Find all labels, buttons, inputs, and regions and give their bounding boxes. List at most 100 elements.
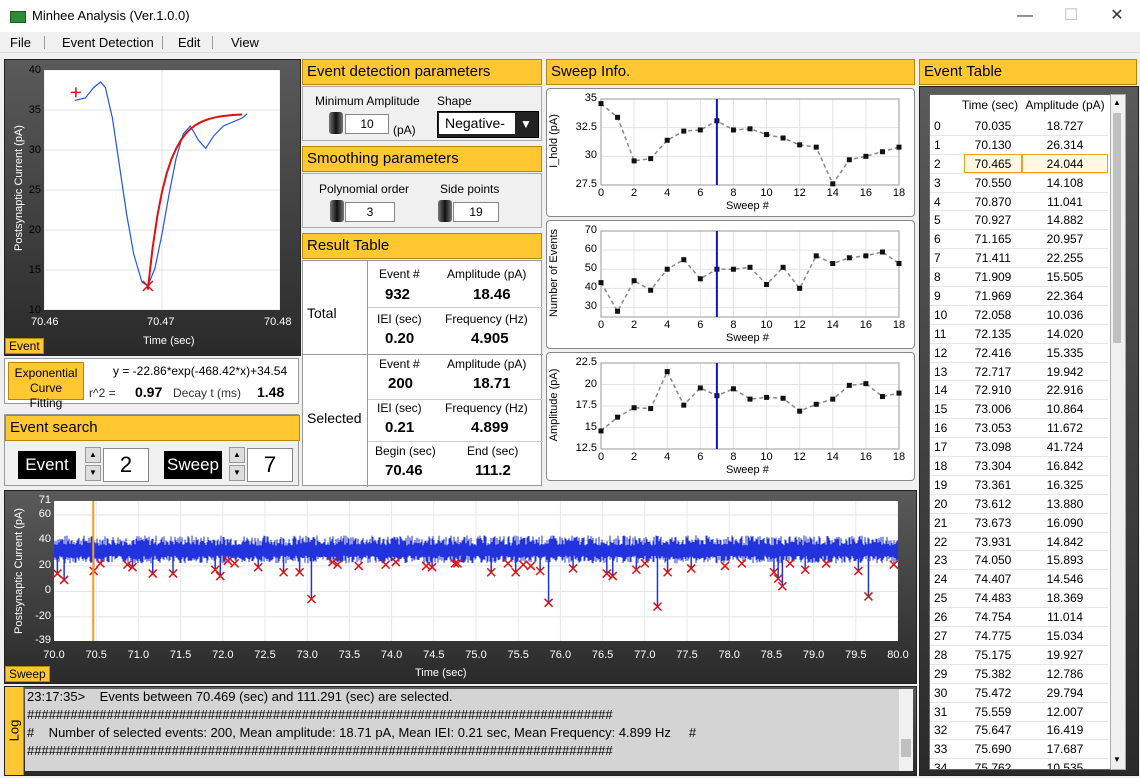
table-row[interactable]: 13 72.717 19.942 (930, 362, 1108, 382)
row-time: 73.931 (964, 532, 1022, 552)
table-row[interactable]: 32 75.647 16.419 (930, 721, 1108, 741)
sweep-chart-2: 22.5 20 17.5 15 12.5 0 2 4 6 8 10 12 14 16 18 Sweep # Am… (546, 352, 915, 481)
sweep-down-button[interactable]: ▼ (229, 465, 245, 481)
table-row[interactable]: 6 71.165 20.957 (930, 229, 1108, 250)
event-marker (391, 557, 401, 567)
sweep-x-tick: 14 (826, 451, 839, 463)
table-row[interactable]: 16 73.053 11.672 (930, 418, 1108, 439)
menu-event-detection[interactable]: Event Detection (62, 35, 154, 50)
menu-view[interactable]: View (231, 35, 259, 50)
event-plot-area[interactable] (43, 69, 281, 311)
event-up-button[interactable]: ▲ (85, 447, 101, 463)
row-amplitude: 10.535 (1022, 758, 1108, 769)
selected-label: Selected (307, 410, 362, 426)
table-row[interactable]: 9 71.969 22.364 (930, 286, 1108, 306)
row-amplitude: 26.314 (1022, 135, 1108, 155)
table-row[interactable]: 10 72.058 10.036 (930, 305, 1108, 325)
row-index: 16 (930, 418, 964, 439)
table-row[interactable]: 24 74.407 14.546 (930, 569, 1108, 590)
menu-file[interactable]: File (10, 35, 31, 50)
log-scrollbar[interactable] (899, 689, 913, 771)
polynomial-order-knob[interactable] (330, 200, 344, 222)
table-row[interactable]: 18 73.304 16.842 (930, 456, 1108, 476)
polynomial-order-input[interactable]: 3 (345, 202, 395, 222)
table-row[interactable]: 34 75.762 10.535 (930, 758, 1108, 769)
table-row[interactable]: 30 75.472 29.794 (930, 683, 1108, 703)
table-row[interactable]: 12 72.416 15.335 (930, 343, 1108, 363)
event-number-input[interactable]: 2 (103, 448, 149, 482)
table-row[interactable]: 26 74.754 11.014 (930, 607, 1108, 628)
table-row[interactable]: 4 70.870 11.041 (930, 192, 1108, 212)
sweep-number-input[interactable]: 7 (247, 448, 293, 482)
maximize-button[interactable]: ☐ (1048, 0, 1094, 32)
table-row[interactable]: 8 71.909 15.505 (930, 267, 1108, 288)
table-row[interactable]: 15 73.006 10.864 (930, 399, 1108, 420)
sweep-x-tick: 77.5 (676, 649, 698, 661)
table-row[interactable]: 11 72.135 14.020 (930, 324, 1108, 344)
table-row[interactable]: 2 70.465 24.044 (930, 154, 1108, 174)
table-row[interactable]: 3 70.550 14.108 (930, 173, 1108, 193)
side-points-knob[interactable] (438, 200, 452, 222)
sweep-up-button[interactable]: ▲ (229, 447, 245, 463)
selected-iei-label: IEI (sec) (377, 401, 422, 415)
row-time: 73.361 (964, 475, 1022, 495)
row-amplitude: 11.672 (1022, 418, 1108, 439)
sweep-data-point (879, 394, 885, 400)
scroll-thumb[interactable] (1113, 113, 1121, 343)
total-frequency-label: Frequency (Hz) (445, 312, 528, 326)
event-table-scrollbar[interactable]: ▲ ▼ (1110, 94, 1126, 770)
table-row[interactable]: 17 73.098 41.724 (930, 437, 1108, 458)
menu-edit[interactable]: Edit (178, 35, 200, 50)
table-row[interactable]: 5 70.927 14.882 (930, 210, 1108, 231)
table-row[interactable]: 25 74.483 18.369 (930, 588, 1108, 609)
row-index: 12 (930, 343, 964, 363)
sweep-y-tick: 40 (584, 281, 597, 294)
table-row[interactable]: 28 75.175 19.927 (930, 645, 1108, 665)
sweep-y-tick: 17.5 (575, 399, 597, 411)
side-points-input[interactable]: 19 (453, 202, 499, 222)
sweep-x-tick: 76.0 (549, 649, 572, 661)
table-row[interactable]: 31 75.559 12.007 (930, 702, 1108, 722)
log-scroll-thumb[interactable] (901, 739, 911, 757)
log-text-area[interactable]: 23:17:35> Events between 70.469 (sec) an… (25, 689, 899, 771)
table-row[interactable]: 22 73.931 14.842 (930, 532, 1108, 552)
minimize-button[interactable]: — (1002, 0, 1048, 32)
table-row[interactable]: 20 73.612 13.880 (930, 494, 1108, 514)
row-amplitude: 11.041 (1022, 192, 1108, 212)
menu-separator (44, 36, 45, 49)
event-table[interactable]: Time (sec) Amplitude (pA) 0 70.035 18.727 1… (929, 94, 1111, 770)
selected-frequency-value: 4.899 (471, 419, 509, 436)
min-amplitude-knob[interactable] (329, 112, 343, 134)
title-bar: Minhee Analysis (Ver.1.0.0) — ☐ ✕ (0, 0, 1140, 32)
row-amplitude: 22.255 (1022, 248, 1108, 269)
col-amplitude-header: Amplitude (pA) (1025, 98, 1105, 112)
table-row[interactable]: 0 70.035 18.727 (930, 117, 1108, 136)
close-button[interactable]: ✕ (1094, 0, 1140, 32)
table-row[interactable]: 14 72.910 22.916 (930, 380, 1108, 401)
event-down-button[interactable]: ▼ (85, 465, 101, 481)
scroll-up-icon[interactable]: ▲ (1113, 98, 1121, 107)
event-marker (381, 560, 391, 570)
min-amplitude-input[interactable]: 10 (345, 114, 389, 134)
table-row[interactable]: 27 74.775 15.034 (930, 626, 1108, 646)
sweep-info-title: Sweep Info. (546, 59, 915, 85)
row-index: 29 (930, 664, 964, 684)
row-time: 70.550 (964, 173, 1022, 193)
row-amplitude: 16.325 (1022, 475, 1108, 495)
row-amplitude: 19.942 (1022, 362, 1108, 382)
sweep-x-tick: 4 (664, 451, 671, 463)
scroll-down-icon[interactable]: ▼ (1113, 755, 1121, 764)
row-time: 70.927 (964, 210, 1022, 231)
table-row[interactable]: 21 73.673 16.090 (930, 513, 1108, 533)
table-row[interactable]: 19 73.361 16.325 (930, 475, 1108, 495)
row-time: 75.690 (964, 739, 1022, 760)
row-time: 75.472 (964, 683, 1022, 703)
shape-select[interactable]: Negative- ▼ (437, 111, 539, 138)
table-row[interactable]: 23 74.050 15.893 (930, 550, 1108, 571)
table-row[interactable]: 29 75.382 12.786 (930, 664, 1108, 684)
table-row[interactable]: 1 70.130 26.314 (930, 135, 1108, 155)
table-row[interactable]: 33 75.690 17.687 (930, 739, 1108, 760)
table-row[interactable]: 7 71.411 22.255 (930, 248, 1108, 269)
sweep-plot-area[interactable] (52, 501, 899, 641)
sweep-x-tick: 8 (730, 187, 737, 199)
